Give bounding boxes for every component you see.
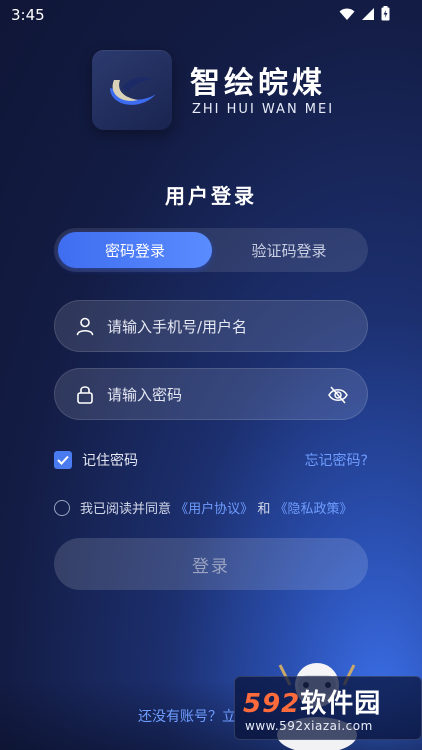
register-prompt-link[interactable]: 还没有账号？立 [138, 706, 236, 726]
privacy-policy-link[interactable]: 《隐私政策》 [274, 502, 352, 517]
remember-password[interactable]: 记住密码 [54, 450, 138, 470]
tab-password-login[interactable]: 密码登录 [58, 232, 212, 268]
eye-off-icon[interactable] [327, 385, 349, 405]
password-input[interactable] [105, 379, 349, 411]
agreement-radio[interactable] [54, 499, 70, 516]
status-icons [339, 6, 390, 21]
watermark-url: www.592xiazai.com [245, 719, 373, 733]
user-icon [76, 317, 94, 336]
remember-checkbox[interactable] [54, 451, 72, 469]
agreement-prefix: 我已阅读并同意 [80, 502, 172, 517]
battery-icon [381, 6, 390, 21]
password-field-container [54, 368, 368, 420]
username-input[interactable] [105, 311, 349, 343]
agreement-and: 和 [257, 502, 271, 517]
user-agreement-link[interactable]: 《用户协议》 [175, 502, 253, 517]
brand-name: 智绘皖煤 [190, 66, 326, 101]
watermark: 592软件园 www.592xiazai.com [234, 676, 422, 740]
brand-swoosh-icon [110, 77, 156, 105]
remember-label: 记住密码 [82, 453, 138, 469]
agreement-row: 我已阅读并同意 《用户协议》 和 《隐私政策》 [54, 498, 352, 517]
brand-subtitle: ZHI HUI WAN MEI [192, 102, 335, 117]
tab-sms-code-login[interactable]: 验证码登录 [212, 232, 366, 268]
check-icon [57, 455, 69, 465]
wifi-icon [339, 8, 355, 20]
watermark-number: 592 [243, 689, 301, 719]
signal-icon [362, 7, 374, 20]
page-title: 用户登录 [165, 184, 257, 208]
login-mode-tabs: 密码登录 验证码登录 [54, 228, 368, 272]
status-time: 3:45 [11, 6, 45, 24]
app-logo [92, 50, 172, 130]
forgot-password-link[interactable]: 忘记密码? [305, 450, 368, 470]
status-bar: 3:45 [0, 0, 422, 30]
username-field-container [54, 300, 368, 352]
login-button[interactable]: 登录 [54, 538, 368, 590]
lock-icon [77, 386, 93, 404]
watermark-text: 软件园 [300, 689, 382, 719]
